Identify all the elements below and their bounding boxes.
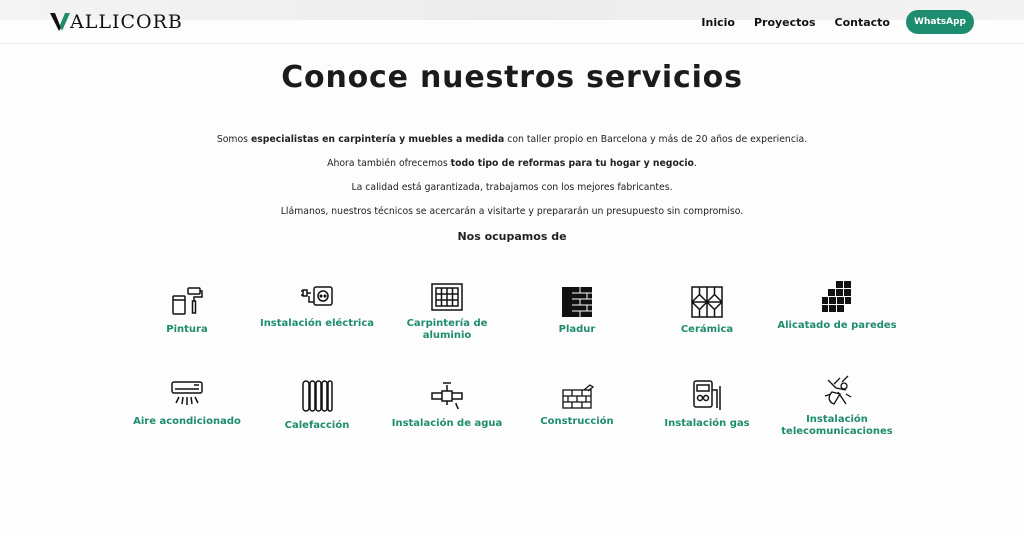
service-construccion[interactable]: Construcción bbox=[512, 384, 642, 428]
wall-tiles-icon bbox=[822, 281, 851, 312]
intro-paragraph-1: Somos especialistas en carpintería y mue… bbox=[216, 134, 808, 145]
tile-pattern-icon bbox=[691, 286, 723, 318]
service-aire-acondicionado[interactable]: Aire acondicionado bbox=[122, 380, 252, 428]
logo-text: ALLICORB bbox=[70, 11, 183, 33]
service-instalacion-gas[interactable]: Instalación gas bbox=[642, 378, 772, 430]
air-conditioner-icon bbox=[171, 381, 203, 405]
service-instalacion-agua[interactable]: Instalación de agua bbox=[382, 380, 512, 430]
site-header: ALLICORB Inicio Proyectos Contacto Whats… bbox=[0, 0, 1024, 44]
brick-wall-icon bbox=[562, 384, 594, 409]
intro-paragraph-2: Ahora también ofrecemos todo tipo de ref… bbox=[327, 158, 697, 169]
logo-v-icon bbox=[50, 13, 70, 31]
radiator-icon bbox=[302, 380, 333, 412]
satellite-icon bbox=[824, 375, 852, 405]
service-calefaccion[interactable]: Calefacción bbox=[252, 378, 382, 432]
logo[interactable]: ALLICORB bbox=[50, 11, 183, 33]
service-instalacion-electrica[interactable]: Instalación eléctrica bbox=[252, 284, 382, 330]
water-pipe-icon bbox=[431, 382, 463, 410]
gas-meter-icon bbox=[693, 380, 721, 410]
service-instalacion-telecomunicaciones[interactable]: Instalación telecomunicaciones bbox=[772, 374, 902, 438]
services-subtitle: Nos ocupamos de bbox=[457, 230, 567, 243]
service-pintura[interactable]: Pintura bbox=[122, 284, 252, 336]
service-pladur[interactable]: Pladur bbox=[512, 286, 642, 336]
window-frame-icon bbox=[431, 283, 463, 311]
main-nav: Inicio Proyectos Contacto WhatsApp bbox=[701, 10, 974, 34]
electric-outlet-icon bbox=[301, 286, 333, 306]
service-alicatado-paredes[interactable]: Alicatado de paredes bbox=[772, 280, 902, 332]
brick-panel-icon bbox=[562, 287, 592, 317]
page-title: Conoce nuestros servicios bbox=[281, 60, 743, 95]
nav-proyectos[interactable]: Proyectos bbox=[754, 16, 816, 29]
whatsapp-button[interactable]: WhatsApp bbox=[906, 10, 974, 34]
paint-roller-icon bbox=[172, 287, 203, 315]
service-carpinteria-aluminio[interactable]: Carpintería de aluminio bbox=[382, 282, 512, 342]
nav-contacto[interactable]: Contacto bbox=[835, 16, 890, 29]
intro-paragraph-4: Llámanos, nuestros técnicos se acercarán… bbox=[280, 206, 744, 217]
service-ceramica[interactable]: Cerámica bbox=[642, 286, 772, 336]
intro-paragraph-3: La calidad está garantizada, trabajamos … bbox=[351, 182, 673, 193]
nav-inicio[interactable]: Inicio bbox=[701, 16, 735, 29]
